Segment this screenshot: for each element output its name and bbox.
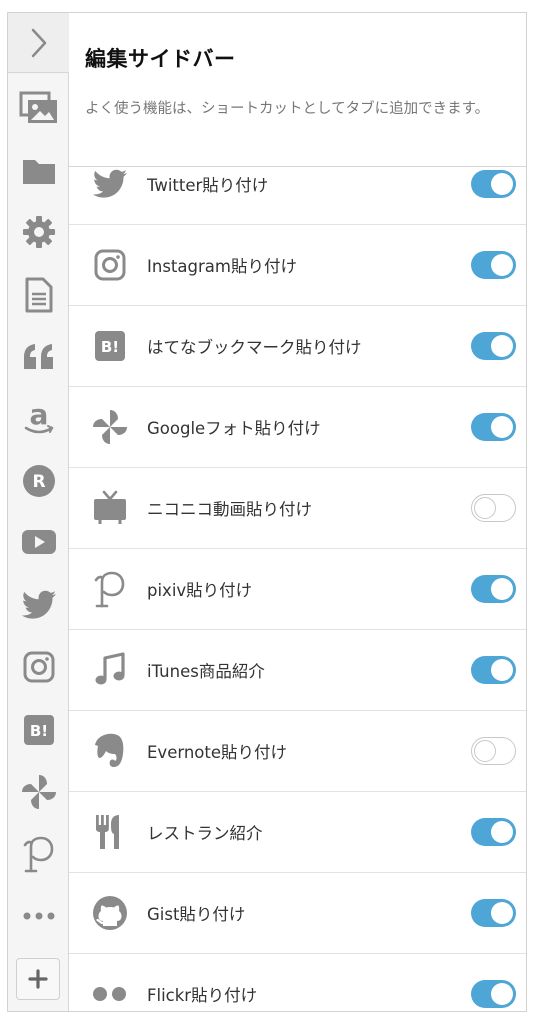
toggle-itunes[interactable]	[471, 656, 516, 684]
rail-amazon-button[interactable]: a	[8, 391, 69, 447]
list-item-restaurant: レストラン紹介	[69, 792, 526, 873]
toggle-evernote[interactable]	[471, 737, 516, 765]
rail-hatena-button[interactable]: B!	[8, 702, 69, 758]
google-photos-icon	[21, 775, 56, 809]
svg-text:B!: B!	[101, 338, 119, 356]
pixiv-icon	[23, 836, 53, 873]
youtube-icon	[21, 530, 56, 554]
google-photos-icon	[93, 410, 127, 444]
toggle-twitter[interactable]	[471, 170, 516, 198]
list-item-itunes: iTunes商品紹介	[69, 630, 526, 711]
list-item-evernote: Evernote貼り付け	[69, 711, 526, 792]
instagram-icon	[23, 651, 54, 683]
rail-document-button[interactable]	[8, 267, 69, 323]
gear-icon	[22, 216, 55, 248]
svg-text:a: a	[29, 400, 48, 431]
github-icon	[93, 896, 127, 930]
document-icon	[25, 277, 52, 313]
rail-youtube-button[interactable]	[8, 514, 69, 570]
rail-instagram-button[interactable]	[8, 639, 69, 695]
rail-rakuten-button[interactable]: R	[8, 453, 69, 509]
icon-rail: a R B!	[8, 13, 69, 1011]
list-item-twitter: Twitter貼り付け	[69, 167, 526, 225]
list-item-gist: Gist貼り付け	[69, 873, 526, 954]
item-label: はてなブックマーク貼り付け	[147, 338, 362, 357]
twitter-icon	[21, 590, 56, 619]
item-label: Instagram貼り付け	[147, 257, 297, 276]
item-label: Evernote貼り付け	[147, 743, 288, 762]
rail-twitter-button[interactable]	[8, 577, 69, 633]
list-item-google-photos: Googleフォト貼り付け	[69, 387, 526, 468]
toggle-pixiv[interactable]	[471, 575, 516, 603]
item-label: pixiv貼り付け	[147, 581, 253, 600]
rail-more-button[interactable]	[8, 888, 69, 944]
rail-google-photos-button[interactable]	[8, 764, 69, 820]
folder-icon	[22, 160, 55, 184]
item-label: ニコニコ動画貼り付け	[147, 500, 312, 519]
toggle-hatena-bookmark[interactable]	[471, 332, 516, 360]
more-icon	[23, 912, 54, 920]
edit-sidebar: a R B! 編集サイドバー よく使う機能は、ショートカットとしてタブに追加でき…	[7, 12, 527, 1012]
rakuten-icon: R	[22, 465, 55, 497]
item-label: レストラン紹介	[147, 824, 263, 843]
evernote-icon	[95, 733, 124, 767]
amazon-icon: a	[24, 400, 53, 434]
plus-icon	[28, 969, 48, 989]
music-note-icon	[95, 652, 125, 685]
panel-header: 編集サイドバー よく使う機能は、ショートカットとしてタブに追加できます。	[69, 13, 526, 167]
rail-settings-button[interactable]	[8, 204, 69, 260]
list-item-pixiv: pixiv貼り付け	[69, 549, 526, 630]
panel-description: よく使う機能は、ショートカットとしてタブに追加できます。	[85, 101, 490, 117]
chevron-right-icon	[31, 28, 46, 57]
toggle-google-photos[interactable]	[471, 413, 516, 441]
settings-panel: 編集サイドバー よく使う機能は、ショートカットとしてタブに追加できます。 Twi…	[69, 13, 526, 1011]
toggle-flickr[interactable]	[471, 980, 516, 1008]
list-item-instagram: Instagram貼り付け	[69, 225, 526, 306]
rail-folder-button[interactable]	[8, 143, 69, 199]
pixiv-icon	[94, 571, 125, 608]
niconico-icon	[94, 490, 126, 524]
toggle-instagram[interactable]	[471, 251, 516, 279]
twitter-icon	[92, 169, 127, 198]
rail-pixiv-button[interactable]	[8, 826, 69, 882]
quote-icon	[23, 344, 53, 369]
toggle-restaurant[interactable]	[471, 818, 516, 846]
hatena-bookmark-icon: B!	[23, 715, 54, 745]
item-label: Gist貼り付け	[147, 905, 246, 924]
add-tab-button[interactable]	[16, 958, 60, 1000]
hatena-bookmark-icon: B!	[95, 331, 125, 361]
feature-list: Twitter貼り付け Instagram貼り付け B! はてなブックマーク貼り…	[69, 167, 526, 1011]
item-label: Flickr貼り付け	[147, 986, 258, 1005]
item-label: Googleフォト貼り付け	[147, 419, 321, 438]
instagram-icon	[94, 249, 126, 281]
list-item-flickr: Flickr貼り付け	[69, 954, 526, 1011]
rail-image-button[interactable]	[8, 80, 69, 136]
rail-quote-button[interactable]	[8, 329, 69, 385]
image-icon	[19, 91, 57, 123]
toggle-gist[interactable]	[471, 899, 516, 927]
collapse-button[interactable]	[8, 13, 69, 73]
flickr-icon	[93, 987, 126, 1001]
svg-text:B!: B!	[29, 722, 47, 740]
list-item-niconico: ニコニコ動画貼り付け	[69, 468, 526, 549]
page-title: 編集サイドバー	[85, 47, 236, 71]
item-label: Twitter貼り付け	[147, 176, 269, 195]
toggle-niconico[interactable]	[471, 494, 516, 522]
restaurant-icon	[96, 815, 119, 849]
svg-text:R: R	[32, 472, 45, 492]
item-label: iTunes商品紹介	[147, 662, 265, 681]
list-item-hatena-bookmark: B! はてなブックマーク貼り付け	[69, 306, 526, 387]
